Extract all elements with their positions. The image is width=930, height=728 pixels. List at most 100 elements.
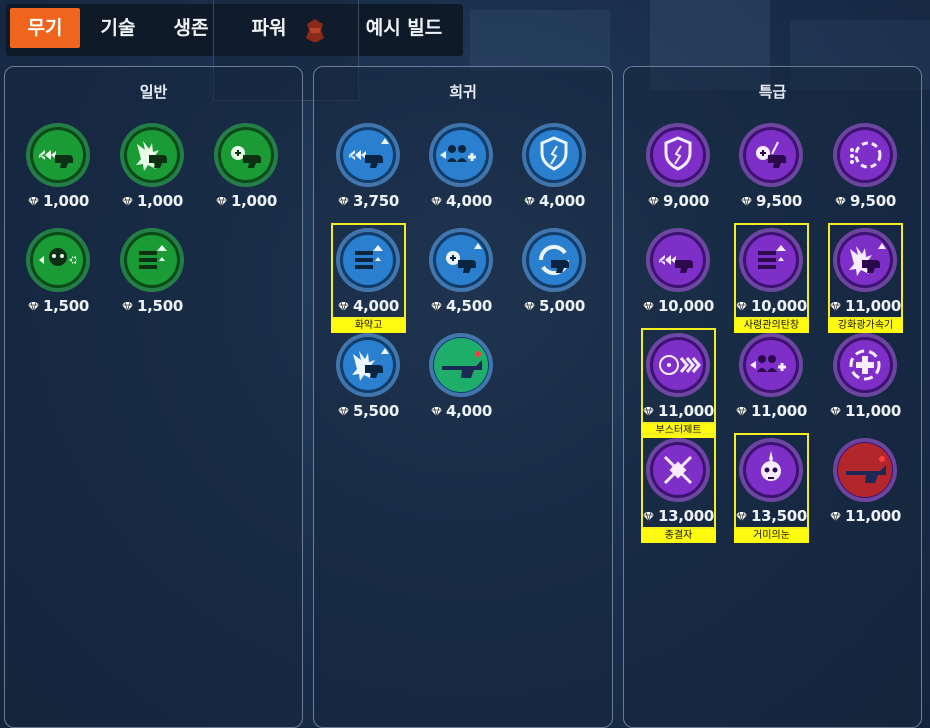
blast-gun-up-icon: [336, 333, 400, 397]
common-item-2[interactable]: 1,000: [206, 122, 286, 226]
shield-slash-icon: [646, 123, 710, 187]
gem-currency-icon: [829, 511, 841, 522]
epic-item-3[interactable]: 10,000: [638, 227, 718, 331]
highlight-frame: [734, 433, 809, 529]
hero-weapon-red-icon: [833, 438, 897, 502]
gem-currency-icon: [338, 196, 350, 207]
highlight-frame: [828, 223, 903, 319]
rare-item-1[interactable]: 4,000: [421, 122, 501, 226]
price-value: 11,000: [844, 402, 902, 420]
gem-currency-icon: [648, 196, 660, 207]
team-heal-icon: [429, 123, 493, 187]
item-price: 1,000: [206, 192, 286, 212]
price-value: 9,500: [756, 192, 802, 210]
epic-item-0[interactable]: 9,000: [638, 122, 718, 226]
item-price: 4,000: [421, 192, 501, 212]
reload-cycle-icon: [522, 228, 586, 292]
item-price: 1,000: [112, 192, 192, 212]
team-heal-plus-icon: [739, 333, 803, 397]
panel-title-epic: 특급: [758, 83, 787, 101]
price-value: 5,000: [539, 297, 585, 315]
common-item-4[interactable]: 1,500: [112, 227, 192, 331]
gem-currency-icon: [829, 406, 841, 417]
gem-currency-icon: [431, 196, 443, 207]
power-hero-icon: [306, 19, 324, 42]
item-price: 4,500: [421, 297, 501, 317]
highlight-frame: [734, 223, 809, 319]
price-value: 4,000: [446, 402, 492, 420]
price-value: 1,500: [43, 297, 89, 315]
tab-skill[interactable]: 기술: [87, 8, 149, 48]
item-price: 3,750: [328, 192, 408, 212]
item-price: 11,000: [825, 402, 905, 422]
item-price: 4,000: [421, 402, 501, 422]
heal-gun-icon: [214, 123, 278, 187]
heal-gun-up-icon: [429, 228, 493, 292]
price-value: 1,000: [43, 192, 89, 210]
item-price: 9,500: [825, 192, 905, 212]
price-value: 11,000: [750, 402, 808, 420]
triple-arrow-gun-icon: [26, 123, 90, 187]
hero-weapon-icon: [429, 333, 493, 397]
epic-item-7[interactable]: 11,000: [731, 332, 811, 436]
tab-power[interactable]: 파워: [238, 8, 300, 48]
rare-item-4[interactable]: 4,500: [421, 227, 501, 331]
gem-currency-icon: [431, 406, 443, 417]
common-item-3[interactable]: 1,500: [18, 227, 98, 331]
gem-currency-icon: [216, 196, 228, 207]
gem-currency-icon: [338, 406, 350, 417]
common-item-0[interactable]: 1,000: [18, 122, 98, 226]
rare-item-2[interactable]: 4,000: [514, 122, 594, 226]
item-price: 10,000: [638, 297, 718, 317]
highlight-label: 화약고: [331, 319, 406, 333]
blast-gun-icon: [120, 123, 184, 187]
price-value: 9,000: [663, 192, 709, 210]
crosshair-plus-icon: [833, 333, 897, 397]
gem-currency-icon: [642, 301, 654, 312]
highlight-label: 거미의눈: [734, 529, 809, 543]
item-price: 5,500: [328, 402, 408, 422]
common-item-1[interactable]: 1,000: [112, 122, 192, 226]
triple-arrow-gun-up-icon: [336, 123, 400, 187]
epic-item-2[interactable]: 9,500: [825, 122, 905, 226]
price-value: 10,000: [657, 297, 715, 315]
rare-item-7[interactable]: 4,000: [421, 332, 501, 436]
price-value: 1,500: [137, 297, 183, 315]
gem-currency-icon: [122, 196, 134, 207]
price-value: 4,000: [446, 192, 492, 210]
rare-item-6[interactable]: 5,500: [328, 332, 408, 436]
price-value: 5,500: [353, 402, 399, 420]
tab-weapon[interactable]: 무기: [10, 8, 80, 48]
gem-currency-icon: [835, 196, 847, 207]
price-value: 1,000: [137, 192, 183, 210]
gem-currency-icon: [741, 196, 753, 207]
highlight-label: 강화광가속기: [828, 319, 903, 333]
heal-gun-slash-icon: [739, 123, 803, 187]
triple-arrow-gun-icon: [646, 228, 710, 292]
shield-break-icon: [522, 123, 586, 187]
ammo-up-icon: [120, 228, 184, 292]
item-price: 1,500: [112, 297, 192, 317]
epic-item-8[interactable]: 11,000: [825, 332, 905, 436]
gem-currency-icon: [122, 301, 134, 312]
highlight-label: 사령관의탄창: [734, 319, 809, 333]
panel-title-common: 일반: [139, 83, 168, 101]
gem-currency-icon: [524, 196, 536, 207]
price-value: 9,500: [850, 192, 896, 210]
highlight-frame: [641, 328, 716, 424]
item-price: 11,000: [731, 402, 811, 422]
price-value: 1,000: [231, 192, 277, 210]
tab-survival[interactable]: 생존: [160, 8, 222, 48]
epic-item-11[interactable]: 11,000: [825, 437, 905, 541]
item-price: 11,000: [825, 507, 905, 527]
gem-currency-icon: [524, 301, 536, 312]
gem-currency-icon: [28, 196, 40, 207]
item-price: 5,000: [514, 297, 594, 317]
epic-item-1[interactable]: 9,500: [731, 122, 811, 226]
rare-item-0[interactable]: 3,750: [328, 122, 408, 226]
rare-item-5[interactable]: 5,000: [514, 227, 594, 331]
tab-example-build[interactable]: 예시 빌드: [355, 8, 453, 48]
price-value: 3,750: [353, 192, 399, 210]
swirl-dots-icon: [833, 123, 897, 187]
price-value: 11,000: [844, 507, 902, 525]
